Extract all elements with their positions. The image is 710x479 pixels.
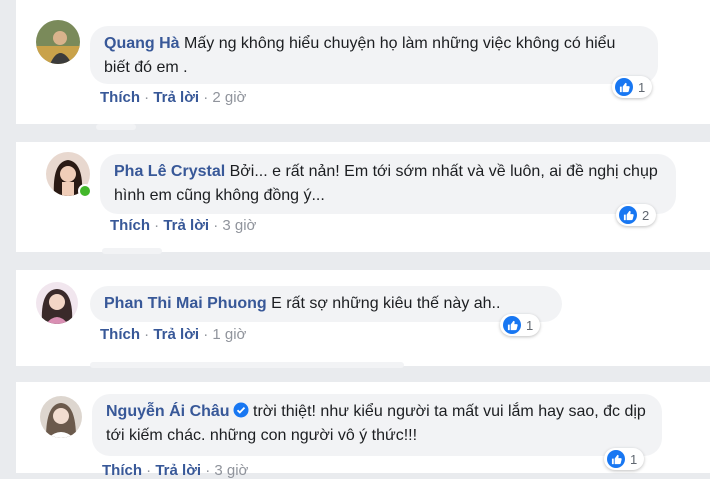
comment-text: Mấy ng không hiểu chuyện họ làm những vi… — [104, 35, 616, 76]
comment-timestamp[interactable]: 2 giờ — [212, 89, 246, 106]
reaction-number: 1 — [630, 451, 638, 467]
like-link[interactable]: Thích — [100, 326, 140, 343]
like-link[interactable]: Thích — [102, 462, 142, 479]
like-reaction-icon — [607, 450, 625, 468]
reaction-count[interactable]: 2 — [616, 204, 657, 226]
like-reaction-icon — [615, 78, 633, 96]
comment-actions: Thích · Trả lời · 3 giờ — [102, 462, 248, 479]
comment-bubble: Pha Lê Crystal Bởi... e rất nản! Em tới … — [100, 154, 676, 214]
reaction-number: 2 — [642, 207, 650, 223]
verified-badge-icon — [233, 402, 249, 418]
comment-panel: Quang Hà Mấy ng không hiểu chuyện họ làm… — [16, 0, 710, 130]
reply-link[interactable]: Trả lời — [153, 326, 199, 343]
next-comment-stub — [96, 124, 136, 130]
avatar[interactable] — [36, 20, 80, 64]
comment-panel: Pha Lê Crystal Bởi... e rất nản! Em tới … — [16, 142, 710, 254]
avatar[interactable] — [36, 282, 78, 324]
comment-actions: Thích · Trả lời · 2 giờ — [100, 89, 246, 106]
avatar[interactable] — [40, 396, 82, 438]
next-comment-stub — [90, 362, 404, 368]
reaction-number: 1 — [526, 317, 534, 333]
like-reaction-icon — [619, 206, 637, 224]
separator: · — [213, 217, 219, 234]
author-name[interactable]: Phan Thi Mai Phuong — [104, 295, 267, 312]
reaction-count[interactable]: 1 — [612, 76, 653, 98]
comment-bubble: Quang Hà Mấy ng không hiểu chuyện họ làm… — [90, 26, 658, 84]
reply-link[interactable]: Trả lời — [155, 462, 201, 479]
author-name[interactable]: Quang Hà — [104, 35, 180, 52]
like-link[interactable]: Thích — [100, 89, 140, 106]
separator: · — [144, 89, 150, 106]
like-link[interactable]: Thích — [110, 217, 150, 234]
comment-timestamp[interactable]: 1 giờ — [212, 326, 246, 343]
reply-link[interactable]: Trả lời — [163, 217, 209, 234]
author-name[interactable]: Pha Lê Crystal — [114, 163, 225, 180]
like-reaction-icon — [503, 316, 521, 334]
avatar-photo — [36, 282, 78, 324]
separator: · — [203, 326, 209, 343]
avatar-photo — [36, 20, 80, 64]
separator: · — [154, 217, 160, 234]
comment-actions: Thích · Trả lời · 3 giờ — [110, 217, 256, 234]
comment-bubble: Phan Thi Mai Phuong E rất sợ những kiêu … — [90, 286, 562, 322]
comment-text: E rất sợ những kiêu thế này ah.. — [271, 295, 501, 312]
reply-link[interactable]: Trả lời — [153, 89, 199, 106]
comment-panel: Nguyễn Ái Châu trời thiệt! như kiểu ngườ… — [16, 382, 710, 479]
reaction-count[interactable]: 1 — [604, 448, 645, 470]
separator: · — [146, 462, 152, 479]
avatar-photo — [40, 396, 82, 438]
separator: · — [144, 326, 150, 343]
comment-bubble: Nguyễn Ái Châu trời thiệt! như kiểu ngườ… — [92, 394, 662, 456]
comment-panel: Phan Thi Mai Phuong E rất sợ những kiêu … — [16, 270, 710, 368]
comment-timestamp[interactable]: 3 giờ — [214, 462, 248, 479]
online-status-dot — [78, 184, 92, 198]
comment-actions: Thích · Trả lời · 1 giờ — [100, 326, 246, 343]
separator: · — [205, 462, 211, 479]
reaction-count[interactable]: 1 — [500, 314, 541, 336]
reaction-number: 1 — [638, 79, 646, 95]
separator: · — [203, 89, 209, 106]
author-name[interactable]: Nguyễn Ái Châu — [106, 403, 230, 420]
comment-timestamp[interactable]: 3 giờ — [222, 217, 256, 234]
next-comment-stub — [102, 248, 162, 254]
